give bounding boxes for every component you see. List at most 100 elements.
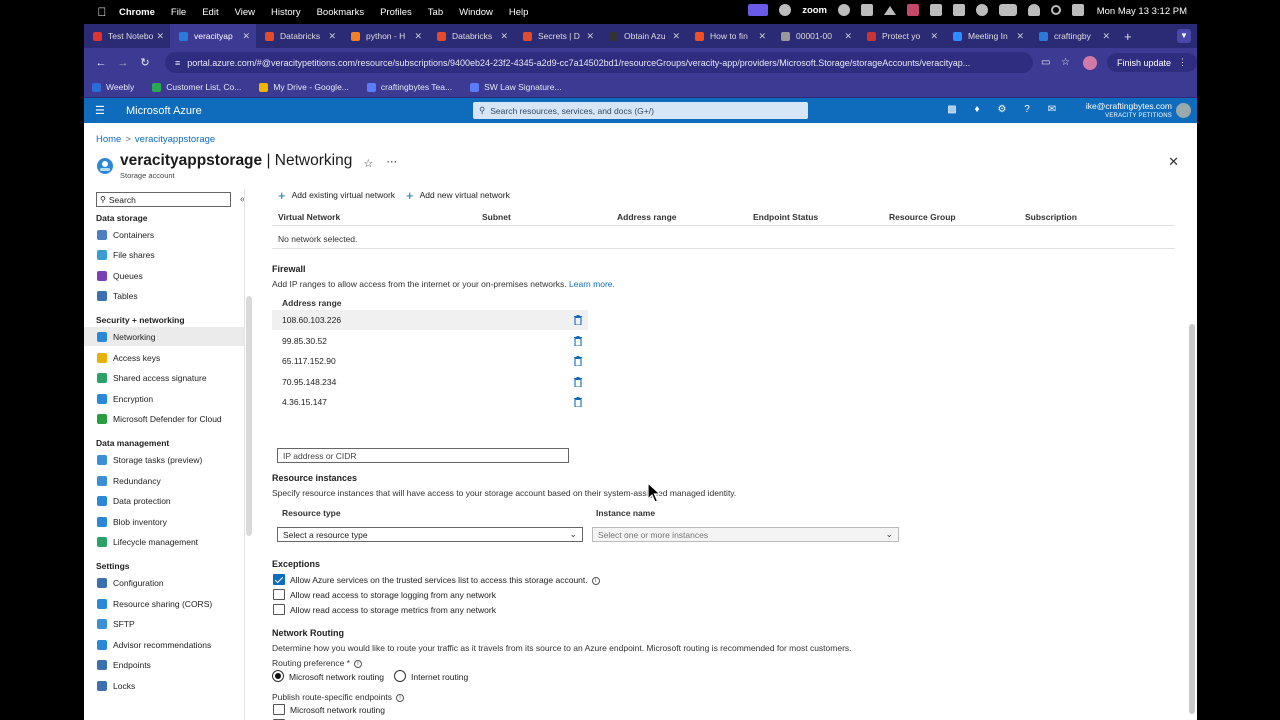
bookmark-item[interactable]: Weebly xyxy=(92,82,134,92)
sidebar-item-blob-inventory[interactable]: Blob inventory xyxy=(84,512,244,531)
status-icon[interactable] xyxy=(779,4,792,16)
menu-help[interactable]: Help xyxy=(509,7,529,18)
sidebar-item-file-shares[interactable]: File shares xyxy=(84,246,244,265)
cloud-shell-icon[interactable]: ▩ xyxy=(946,104,958,116)
close-tab-icon[interactable]: ✕ xyxy=(586,31,594,42)
exception-checkbox[interactable] xyxy=(273,574,285,585)
azure-search-input[interactable]: ⚲ Search resources, services, and docs (… xyxy=(473,102,808,119)
azure-brand[interactable]: Microsoft Azure xyxy=(126,105,202,117)
status-icon[interactable] xyxy=(976,4,988,16)
sidebar-item-locks[interactable]: Locks xyxy=(84,676,244,695)
browser-tab[interactable]: Databricks ✕ xyxy=(428,24,514,48)
settings-gear-icon[interactable]: ⚙ xyxy=(996,104,1008,116)
menu-history[interactable]: History xyxy=(271,7,301,18)
status-icon[interactable] xyxy=(884,5,896,15)
close-tab-icon[interactable]: ✕ xyxy=(844,31,852,42)
close-tab-icon[interactable]: ✕ xyxy=(156,31,164,42)
sidebar-item-tables[interactable]: Tables xyxy=(84,287,244,306)
menu-file[interactable]: File xyxy=(171,7,186,18)
close-tab-icon[interactable]: ✕ xyxy=(1102,31,1110,42)
help-icon[interactable]: ? xyxy=(1021,104,1033,116)
add-new-vnet-button[interactable]: + Add new virtual network xyxy=(406,189,510,202)
bookmark-item[interactable]: My Drive - Google... xyxy=(259,82,349,92)
finish-update-button[interactable]: Finish update ⋮ xyxy=(1106,53,1197,72)
breadcrumb-home[interactable]: Home xyxy=(96,134,121,145)
dropbox-icon[interactable] xyxy=(907,4,919,16)
sidebar-item-endpoints[interactable]: Endpoints xyxy=(84,656,244,675)
delete-trash-icon[interactable] xyxy=(574,335,582,346)
sidebar-item-resource-sharing-cors[interactable]: Resource sharing (CORS) xyxy=(84,594,244,613)
hamburger-menu-icon[interactable]: ☰ xyxy=(95,104,107,117)
exception-checkbox[interactable] xyxy=(273,589,285,600)
delete-trash-icon[interactable] xyxy=(574,356,582,367)
browser-tab[interactable]: How to fin ✕ xyxy=(686,24,772,48)
status-icon[interactable] xyxy=(838,4,850,16)
menu-edit[interactable]: Edit xyxy=(202,7,218,18)
exception-checkbox[interactable] xyxy=(273,604,285,615)
status-icon[interactable] xyxy=(930,4,942,16)
sidebar-item-encryption[interactable]: Encryption xyxy=(84,389,244,408)
close-tab-icon[interactable]: ✕ xyxy=(672,31,680,42)
sidebar-item-advisor-recommendations[interactable]: Advisor recommendations xyxy=(84,635,244,654)
zoom-status-icon[interactable]: zoom xyxy=(802,5,827,16)
info-icon[interactable]: i xyxy=(396,693,405,702)
url-bar[interactable]: ≡ portal.azure.com/#@veracitypetitions.c… xyxy=(165,52,1033,73)
notifications-bell-icon[interactable]: ♦ xyxy=(971,104,983,116)
more-options-icon[interactable]: ⋯ xyxy=(386,155,397,168)
sidebar-item-networking[interactable]: Networking xyxy=(84,327,244,347)
breadcrumb-resource[interactable]: veracityappstorage xyxy=(135,134,215,145)
browser-tab[interactable]: craftingby ✕ xyxy=(1030,24,1116,48)
sidebar-item-microsoft-defender-for-cloud[interactable]: Microsoft Defender for Cloud xyxy=(84,410,244,429)
ip-address-input[interactable]: IP address or CIDR xyxy=(277,448,569,463)
reload-icon[interactable]: ↻ xyxy=(137,56,153,69)
install-app-icon[interactable]: ▭ xyxy=(1041,57,1053,69)
browser-tab[interactable]: Obtain Azu ✕ xyxy=(600,24,686,48)
delete-trash-icon[interactable] xyxy=(574,376,582,387)
feedback-icon[interactable]: ✉ xyxy=(1046,104,1058,116)
close-tab-icon[interactable]: ✕ xyxy=(1016,31,1024,42)
forward-arrow-icon[interactable]: → xyxy=(115,57,131,69)
browser-tab[interactable]: veracityap ✕ xyxy=(170,24,256,48)
menu-scrollbar[interactable] xyxy=(246,296,252,536)
browser-tab[interactable]: Databricks ✕ xyxy=(256,24,342,48)
bookmark-item[interactable]: craftingbytes Tea... xyxy=(366,82,452,92)
status-icon[interactable] xyxy=(953,4,965,16)
apple-icon[interactable]:  xyxy=(95,5,109,19)
control-center-icon[interactable] xyxy=(1072,4,1084,16)
user-avatar[interactable] xyxy=(1176,103,1191,118)
browser-tab[interactable]: Test Notebo ✕ xyxy=(84,24,170,48)
browser-tab[interactable]: 00001-00 ✕ xyxy=(772,24,858,48)
close-icon[interactable]: ✕ xyxy=(1168,154,1179,170)
tab-search-icon[interactable]: ▼ xyxy=(1177,29,1191,43)
sidebar-item-queues[interactable]: Queues xyxy=(84,266,244,285)
sidebar-item-shared-access-signature[interactable]: Shared access signature xyxy=(84,369,244,388)
routing-radio-internet-routing[interactable] xyxy=(394,670,406,682)
menu-view[interactable]: View xyxy=(235,7,255,18)
screen-record-icon[interactable] xyxy=(748,4,769,16)
sidebar-item-data-protection[interactable]: Data protection xyxy=(84,492,244,511)
resource-type-dropdown[interactable]: Select a resource type ⌄ xyxy=(277,527,583,542)
menu-bookmarks[interactable]: Bookmarks xyxy=(317,7,365,18)
bookmark-star-icon[interactable]: ☆ xyxy=(1061,57,1073,69)
favorite-star-icon[interactable]: ☆ xyxy=(363,157,373,170)
close-tab-icon[interactable]: ✕ xyxy=(414,31,422,42)
sidebar-item-configuration[interactable]: Configuration xyxy=(84,573,244,592)
close-tab-icon[interactable]: ✕ xyxy=(758,31,766,42)
browser-tab[interactable]: Secrets | D ✕ xyxy=(514,24,600,48)
menu-tab[interactable]: Tab xyxy=(428,7,443,18)
instance-name-dropdown[interactable]: Select one or more instances ⌄ xyxy=(592,527,899,542)
content-scrollbar[interactable] xyxy=(1189,324,1195,714)
info-icon[interactable]: i xyxy=(353,659,362,668)
site-info-icon[interactable]: ≡ xyxy=(175,58,180,68)
browser-tab[interactable]: Meeting In ✕ xyxy=(944,24,1030,48)
bookmark-item[interactable]: Customer List, Co... xyxy=(152,82,241,92)
sidebar-item-sftp[interactable]: SFTP xyxy=(84,615,244,634)
menu-profiles[interactable]: Profiles xyxy=(380,7,412,18)
sidebar-item-storage-tasks-preview[interactable]: Storage tasks (preview) xyxy=(84,450,244,469)
publish-endpoint-checkbox[interactable] xyxy=(273,704,285,715)
sidebar-item-redundancy[interactable]: Redundancy xyxy=(84,471,244,490)
back-arrow-icon[interactable]: ← xyxy=(93,57,109,69)
menu-search-input[interactable]: ⚲ Search xyxy=(96,192,231,207)
status-icon[interactable] xyxy=(861,4,873,16)
sidebar-item-access-keys[interactable]: Access keys xyxy=(84,348,244,367)
